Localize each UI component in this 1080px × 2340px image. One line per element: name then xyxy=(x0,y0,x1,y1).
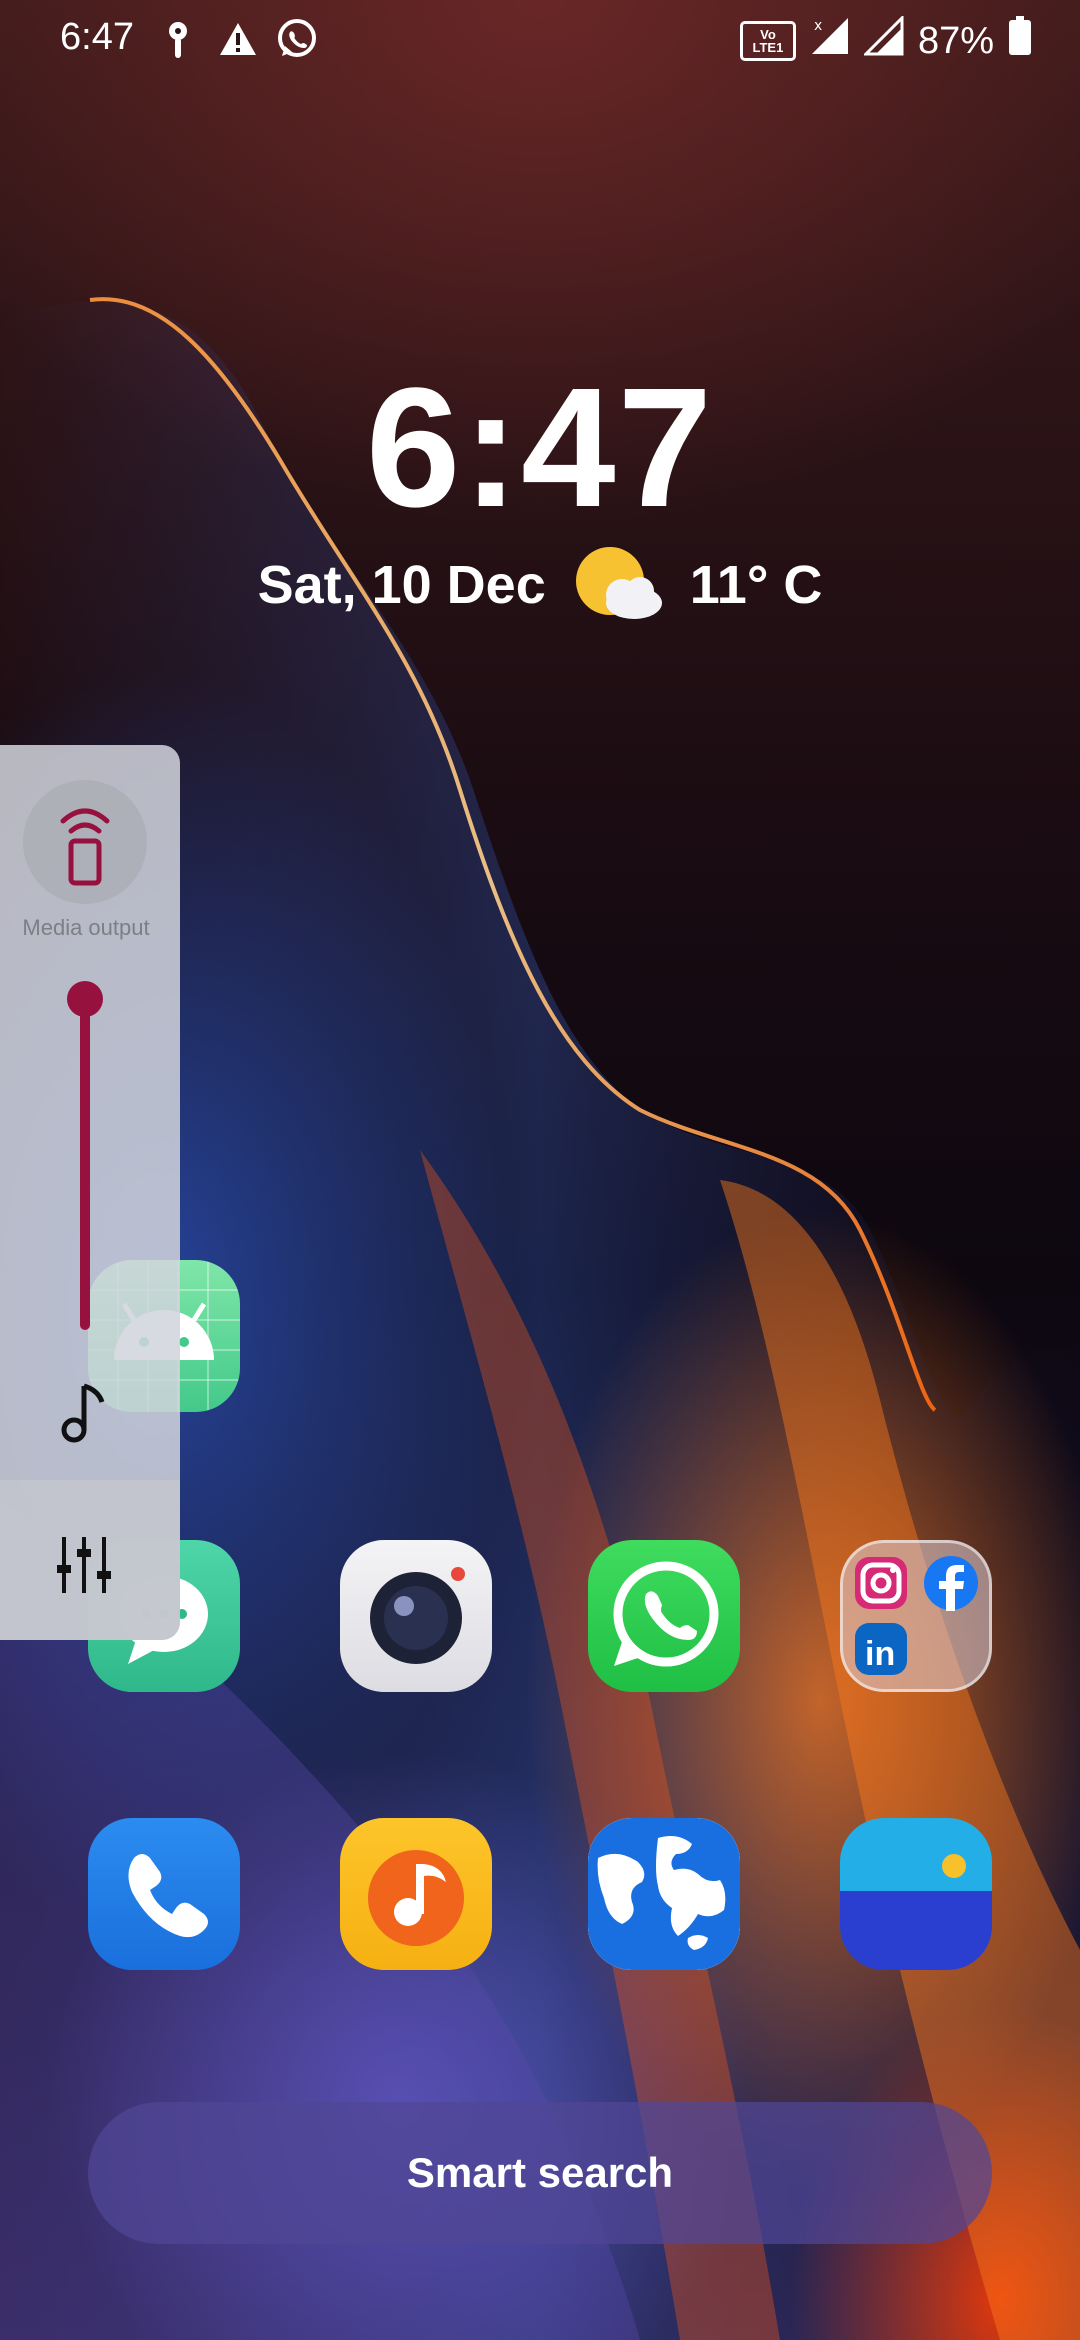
battery-icon xyxy=(1008,16,1032,66)
signal-icon: x xyxy=(810,16,850,66)
whatsapp-app-icon[interactable] xyxy=(588,1540,740,1692)
music-note-icon[interactable] xyxy=(60,1380,110,1449)
media-output-button[interactable] xyxy=(23,780,147,904)
svg-text:x: x xyxy=(814,18,822,34)
social-folder-icon[interactable]: in xyxy=(840,1540,992,1692)
battery-percent: 87% xyxy=(917,19,994,62)
svg-text:in: in xyxy=(865,1635,895,1673)
volume-slider-track[interactable] xyxy=(80,1000,90,1330)
volte-icon: Vo LTE1 xyxy=(739,21,796,61)
warning-icon xyxy=(218,18,258,60)
whatsapp-icon xyxy=(276,18,318,60)
temperature-text: 11° C xyxy=(689,555,823,615)
date-weather-line: Sat, 10 Dec 11° C xyxy=(0,545,1080,625)
signal-icon xyxy=(862,14,904,66)
date-text: Sat, 10 Dec xyxy=(257,555,546,615)
camera-app-icon[interactable] xyxy=(340,1540,492,1692)
status-time: 6:47 xyxy=(60,16,134,58)
browser-app-icon[interactable] xyxy=(588,1818,740,1970)
location-icon xyxy=(165,18,191,60)
partly-cloudy-icon xyxy=(570,545,666,625)
status-right-group: Vo LTE1 x 87% xyxy=(739,14,1032,66)
music-app-icon[interactable] xyxy=(340,1818,492,1970)
media-output-icon xyxy=(60,808,110,886)
phone-app-icon[interactable] xyxy=(88,1818,240,1970)
equalizer-icon[interactable] xyxy=(56,1535,112,1600)
media-output-label: Media output xyxy=(22,915,150,940)
smart-search-label: Smart search xyxy=(406,2149,674,2196)
smart-search-bar[interactable]: Smart search xyxy=(88,2102,992,2244)
status-bar: 6:47 Vo LTE1 x 87% xyxy=(0,0,1080,80)
big-clock: 6:47 xyxy=(365,353,715,543)
gallery-app-icon[interactable] xyxy=(840,1818,992,1970)
volume-slider-thumb[interactable] xyxy=(67,981,103,1017)
